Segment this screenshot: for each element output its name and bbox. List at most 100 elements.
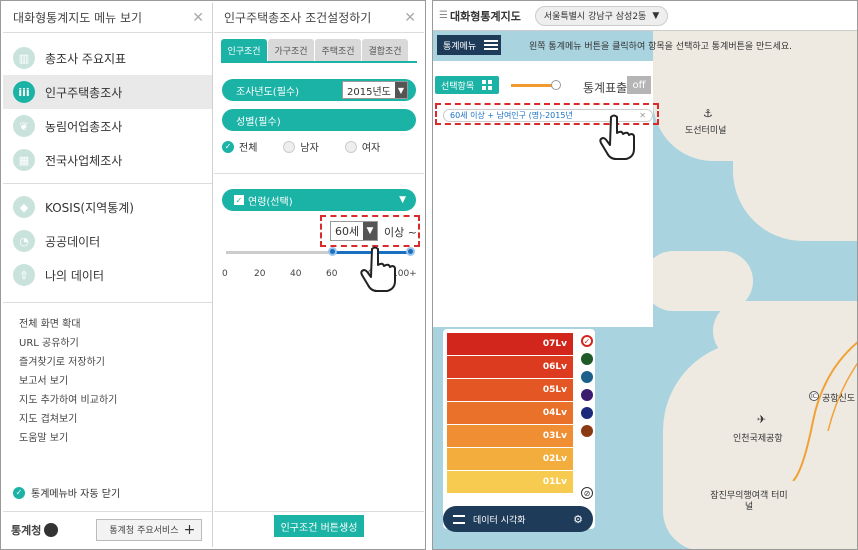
age-select[interactable]: 60세 ▼ — [330, 221, 378, 241]
legend-panel: 07Lv 06Lv 05Lv 04Lv 03Lv 02Lv 01Lv ✓ ⊘ — [443, 329, 595, 529]
menu-icon[interactable]: ☰ — [439, 10, 448, 21]
age-slider-max-handle[interactable] — [406, 247, 415, 256]
divider — [214, 511, 424, 512]
tool-compare-map[interactable]: 지도 추가하여 비교하기 — [3, 389, 212, 408]
legend-level-label: 02Lv — [542, 454, 567, 464]
palette-green[interactable] — [581, 353, 593, 365]
tab-household[interactable]: 가구조건 — [268, 39, 314, 61]
hamburger-icon — [484, 40, 499, 50]
tab-population[interactable]: 인구조건 — [221, 39, 267, 61]
opacity-slider[interactable] — [511, 84, 555, 87]
tab-housing[interactable]: 주택조건 — [315, 39, 361, 61]
legend-level-label: 07Lv — [542, 339, 567, 349]
selected-items-button[interactable]: 선택항목 — [435, 76, 499, 94]
legend-level-label: 06Lv — [542, 362, 567, 372]
logo-icon — [44, 522, 59, 537]
menu-item-population-census[interactable]: ііі 인구주택총조사 — [3, 75, 212, 109]
app-title: 대화형통계지도 — [449, 9, 521, 23]
tool-share-url[interactable]: URL 공유하기 — [3, 332, 212, 351]
leaf-icon: ❦ — [13, 115, 35, 137]
close-icon[interactable]: ✕ — [404, 10, 416, 26]
divider — [3, 183, 212, 184]
radio-label-male: 남자 — [300, 143, 319, 154]
tick-label: 60 — [326, 269, 338, 279]
close-icon[interactable]: ✕ — [639, 111, 646, 120]
generate-button[interactable]: 인구조건 버튼생성 — [274, 515, 364, 537]
radio-label-female: 여자 — [361, 143, 381, 154]
divider — [3, 302, 212, 303]
menu-item-label: 인구주택총조사 — [45, 85, 123, 100]
menu-item-label: 공공데이터 — [45, 234, 101, 249]
menu-item-kosis[interactable]: ◆ KOSIS(지역통계) — [3, 190, 212, 224]
menu-item-my-data[interactable]: ⇧ 나의 데이터 — [3, 258, 212, 292]
tab-underline — [221, 61, 417, 63]
year-select[interactable]: 2015년도 ▼ — [342, 81, 408, 99]
menu-item-label: 농림어업총조사 — [45, 119, 123, 134]
gender-label: 성별(필수) — [236, 116, 281, 128]
place-label: 공항신도 — [822, 394, 856, 404]
condition-tabs: 인구조건 가구조건 주택조건 결합조건 — [221, 39, 409, 61]
pie-icon: ◔ — [13, 230, 35, 252]
reset-icon[interactable]: ⊘ — [581, 487, 593, 499]
region-select[interactable]: 서울특별시 강남구 삼성2동 ▼ — [534, 5, 669, 26]
menu-item-label: 총조사 주요지표 — [45, 51, 127, 66]
menu-item-census-indicators[interactable]: ▥ 총조사 주요지표 — [3, 41, 212, 75]
year-value: 2015년도 — [347, 86, 391, 98]
hand-pointer-icon — [360, 246, 396, 292]
chevron-down-icon: ▼ — [395, 82, 407, 98]
tick-label: 0 — [222, 269, 228, 279]
tab-combined[interactable]: 결합조건 — [362, 39, 408, 61]
menu-item-agriculture-census[interactable]: ❦ 농림어업총조사 — [3, 109, 212, 143]
radio-female[interactable] — [344, 140, 357, 153]
auto-close-toggle[interactable]: ✓ 통계메뉴바 자동 닫기 — [13, 485, 120, 500]
age-slider-min-handle[interactable] — [328, 247, 337, 256]
palette-purple[interactable] — [581, 389, 593, 401]
palette-red-selected[interactable]: ✓ — [581, 335, 593, 347]
selected-items-label: 선택항목 — [441, 81, 475, 92]
radio-male[interactable] — [283, 140, 296, 153]
year-condition[interactable]: 조사년도(필수) 2015년도 ▼ — [222, 79, 416, 101]
tool-overlay-map[interactable]: 지도 겹쳐보기 — [3, 408, 212, 427]
stat-menu-button[interactable]: 통계메뉴 — [437, 35, 501, 55]
tool-report[interactable]: 보고서 보기 — [3, 370, 212, 389]
tick-label: 20 — [254, 269, 266, 279]
year-label: 조사년도(필수) — [236, 86, 300, 98]
tool-help[interactable]: 도움말 보기 — [3, 427, 212, 446]
menu-item-business-survey[interactable]: ▦ 전국사업체조사 — [3, 143, 212, 177]
menu-footer: 통계청 통계청 주요서비스 + — [3, 511, 213, 547]
legend-level: 03Lv — [447, 425, 573, 447]
condition-title: 인구주택총조사 조건설정하기 — [224, 11, 372, 25]
tool-bookmark[interactable]: 즐겨찾기로 저장하기 — [3, 351, 212, 370]
opacity-slider-handle[interactable] — [551, 80, 561, 90]
ic-badge: IC — [809, 391, 819, 401]
map-icon: ◆ — [13, 196, 35, 218]
palette-navy[interactable] — [581, 407, 593, 419]
people-icon: ііі — [13, 81, 35, 103]
legend-level: 05Lv — [447, 379, 573, 401]
data-visualization-bar[interactable]: 데이터 시각화 ⚙ — [443, 506, 593, 532]
radio-all[interactable]: ✓ — [222, 140, 234, 153]
gear-icon[interactable]: ⚙ — [573, 513, 583, 526]
plus-icon: + — [183, 521, 196, 538]
legend-level: 06Lv — [447, 356, 573, 378]
gender-condition[interactable]: 성별(필수) — [222, 109, 416, 131]
legend-level-label: 01Lv — [542, 477, 567, 487]
age-label: 연령(선택) — [248, 196, 293, 208]
stat-display-toggle[interactable]: off — [627, 76, 651, 94]
upload-icon: ⇧ — [13, 264, 35, 286]
service-button[interactable]: 통계청 주요서비스 + — [96, 518, 203, 541]
condition-panel: 인구주택총조사 조건설정하기 ✕ 인구조건 가구조건 주택조건 결합조건 조사년… — [214, 3, 424, 547]
age-condition[interactable]: ✓ 연령(선택) ▼ — [222, 189, 416, 211]
menu-item-public-data[interactable]: ◔ 공공데이터 — [3, 224, 212, 258]
chevron-down-icon: ▼ — [399, 195, 406, 205]
legend-level-label: 05Lv — [542, 385, 567, 395]
chevron-down-icon: ▼ — [652, 10, 660, 21]
close-icon[interactable]: ✕ — [192, 10, 204, 26]
palette-blue[interactable] — [581, 371, 593, 383]
checkbox-age[interactable]: ✓ — [234, 195, 244, 205]
logo: 통계청 — [11, 523, 42, 537]
stat-tag-label: 60세 이상 + 남여인구 (명)-2015년 — [450, 111, 573, 120]
map-land — [733, 121, 857, 241]
tool-fullscreen[interactable]: 전체 화면 확대 — [3, 313, 212, 332]
palette-brown[interactable] — [581, 425, 593, 437]
